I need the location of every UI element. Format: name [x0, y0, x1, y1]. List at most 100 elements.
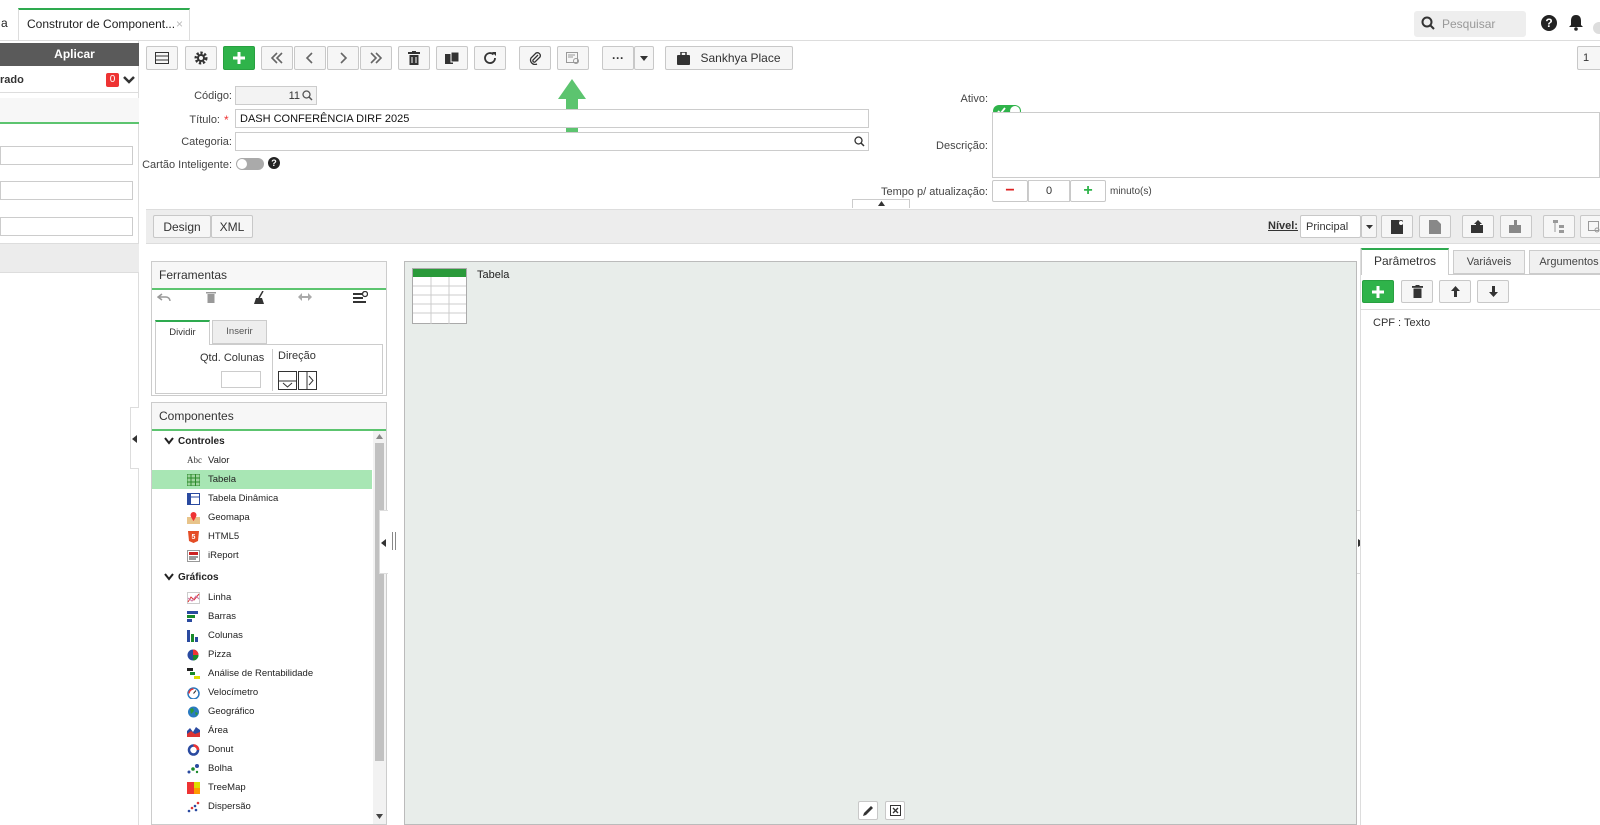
component-velocimetro[interactable]: Velocímetro: [152, 683, 372, 702]
scrollbar-thumb[interactable]: [375, 443, 384, 761]
table-component-icon[interactable]: [412, 268, 467, 324]
tab-argumentos[interactable]: Argumentos: [1529, 250, 1600, 274]
new-level-button[interactable]: [1381, 215, 1413, 238]
help-icon[interactable]: ?: [1541, 15, 1557, 31]
descricao-field[interactable]: [992, 112, 1600, 178]
last-record-button[interactable]: [360, 46, 392, 70]
tab-design[interactable]: Design: [153, 215, 211, 238]
page-indicator[interactable]: 1: [1577, 46, 1600, 70]
add-button[interactable]: [223, 46, 255, 70]
tab-parametros[interactable]: Parâmetros: [1361, 248, 1449, 275]
filter-row[interactable]: rado 0: [0, 68, 139, 93]
chevron-down-icon[interactable]: [164, 573, 174, 581]
settings-button[interactable]: [185, 46, 217, 70]
tab-component-builder[interactable]: Construtor de Component... ×: [18, 8, 190, 40]
refresh-button[interactable]: [474, 46, 506, 70]
titulo-field[interactable]: DASH CONFERÊNCIA DIRF 2025: [235, 109, 869, 128]
search-box[interactable]: Pesquisar: [1414, 11, 1526, 37]
remove-component-button[interactable]: [885, 801, 905, 820]
import-level-button[interactable]: [1500, 215, 1532, 238]
attach-button[interactable]: [519, 46, 551, 70]
previous-record-button[interactable]: [294, 46, 326, 70]
tab-close-icon[interactable]: ×: [176, 10, 183, 38]
component-tabela-dinamica[interactable]: Tabela Dinâmica: [152, 489, 372, 508]
component-pizza[interactable]: Pizza: [152, 645, 372, 664]
decrement-button[interactable]: −: [992, 180, 1028, 202]
trash-icon[interactable]: [206, 291, 216, 303]
sankhya-place-button[interactable]: Sankhya Place: [665, 46, 793, 70]
move-up-button[interactable]: [1439, 280, 1471, 303]
first-record-button[interactable]: [261, 46, 293, 70]
search-icon[interactable]: [854, 136, 865, 147]
component-valor[interactable]: Abc Valor: [152, 451, 372, 470]
component-html5[interactable]: 5 HTML5: [152, 527, 372, 546]
search-icon[interactable]: [302, 90, 313, 101]
codigo-field[interactable]: 11: [235, 86, 317, 105]
filter-field-2[interactable]: [0, 181, 133, 200]
component-ireport[interactable]: iReport: [152, 546, 372, 565]
filter-field-3[interactable]: [0, 217, 133, 236]
add-parameter-button[interactable]: [1362, 280, 1394, 303]
collapse-tools-handle[interactable]: [379, 510, 388, 574]
parameter-item[interactable]: CPF : Texto: [1373, 317, 1430, 329]
delete-parameter-button[interactable]: [1401, 280, 1433, 303]
more-button[interactable]: ···: [602, 46, 634, 70]
graficos-header[interactable]: Gráficos: [178, 572, 219, 583]
broom-icon[interactable]: [253, 291, 266, 304]
copy-button[interactable]: [436, 46, 468, 70]
next-record-button[interactable]: [327, 46, 359, 70]
chevron-down-icon[interactable]: [123, 75, 135, 85]
components-scrollbar[interactable]: [373, 431, 386, 824]
chevron-down-icon[interactable]: [164, 437, 174, 445]
bell-icon[interactable]: [1568, 14, 1584, 31]
help-icon[interactable]: ?: [268, 157, 280, 169]
collapse-form-handle[interactable]: [852, 199, 910, 208]
component-bolha[interactable]: Bolha: [152, 759, 372, 778]
avatar[interactable]: [1593, 22, 1600, 34]
component-area[interactable]: Área: [152, 721, 372, 740]
component-treemap[interactable]: TreeMap: [152, 778, 372, 797]
tab-xml[interactable]: XML: [211, 215, 253, 238]
filter-field-1[interactable]: [0, 146, 133, 165]
component-geografico[interactable]: Geográfico: [152, 702, 372, 721]
undo-icon[interactable]: [157, 292, 171, 304]
split-horizontal-icon[interactable]: [298, 371, 317, 390]
tab-dividir[interactable]: Dividir: [155, 320, 210, 345]
scroll-up-icon[interactable]: [376, 434, 383, 439]
hierarchy-button[interactable]: [1543, 215, 1575, 238]
component-analise-rentabilidade[interactable]: Análise de Rentabilidade: [152, 664, 372, 683]
component-colunas[interactable]: Colunas: [152, 626, 372, 645]
scroll-down-icon[interactable]: [376, 814, 383, 819]
qtd-colunas-field[interactable]: [221, 371, 261, 388]
tab-inserir[interactable]: Inserir: [212, 320, 267, 344]
more-dropdown-button[interactable]: [634, 46, 654, 70]
component-donut[interactable]: Donut: [152, 740, 372, 759]
component-barras[interactable]: Barras: [152, 607, 372, 626]
component-dispersao[interactable]: Dispersão: [152, 797, 372, 816]
delete-button[interactable]: [398, 46, 430, 70]
nivel-select[interactable]: Principal: [1300, 215, 1361, 238]
grid-view-button[interactable]: [146, 46, 178, 70]
tempo-field[interactable]: 0: [1028, 180, 1070, 202]
export-level-button[interactable]: [1462, 215, 1494, 238]
edit-button[interactable]: [858, 801, 878, 820]
component-tabela[interactable]: Tabela: [152, 470, 372, 489]
controles-header[interactable]: Controles: [178, 436, 225, 447]
design-canvas[interactable]: Tabela: [404, 261, 1357, 825]
resize-horizontal-icon[interactable]: [298, 293, 312, 301]
categoria-field[interactable]: [235, 132, 869, 151]
remove-level-button[interactable]: [1419, 215, 1451, 238]
collapse-left-handle[interactable]: [130, 407, 139, 469]
move-down-button[interactable]: [1477, 280, 1509, 303]
nivel-dropdown-button[interactable]: [1361, 215, 1377, 238]
component-geomapa[interactable]: Geomapa: [152, 508, 372, 527]
preview-button[interactable]: [557, 46, 589, 70]
cartao-toggle[interactable]: [236, 158, 264, 170]
split-vertical-icon[interactable]: [278, 371, 297, 390]
apply-button[interactable]: Aplicar: [0, 43, 139, 66]
increment-button[interactable]: +: [1070, 180, 1106, 202]
splitter-grip[interactable]: [392, 532, 396, 550]
level-preview-button[interactable]: [1580, 215, 1600, 238]
list-settings-icon[interactable]: [353, 291, 368, 304]
tab-fragment[interactable]: a: [0, 10, 8, 37]
